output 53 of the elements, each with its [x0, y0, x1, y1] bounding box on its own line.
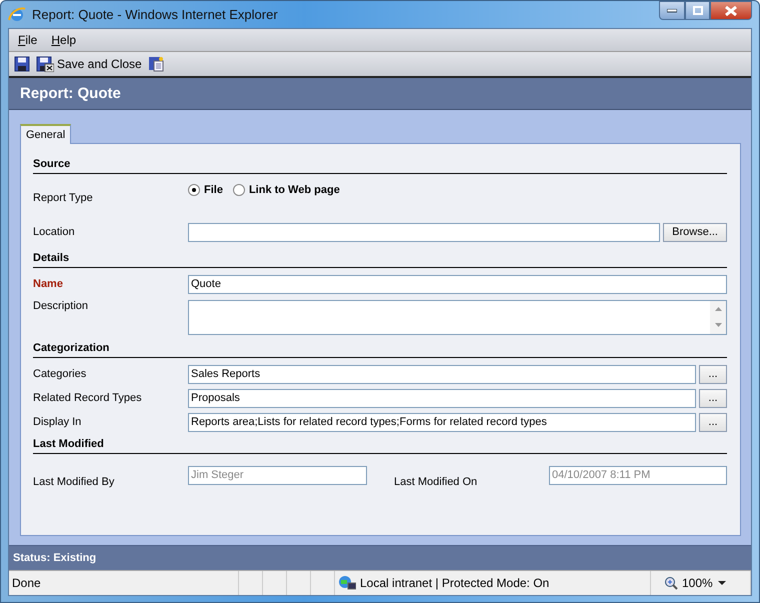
form-header: Report: Quote: [9, 78, 751, 110]
save-close-icon: [36, 56, 54, 72]
save-new-button[interactable]: [148, 56, 164, 72]
minimize-icon: [667, 8, 677, 12]
readonly-field: 04/10/2007 8:11 PM: [549, 466, 727, 484]
field-label: Last Modified On: [394, 476, 478, 490]
readonly-field: Jim Steger: [188, 466, 367, 484]
save-icon: [14, 56, 30, 72]
status-text: Done: [12, 576, 41, 590]
menu-item[interactable]: File: [13, 33, 42, 47]
location-field[interactable]: [188, 222, 660, 242]
lookup-field[interactable]: Proposals: [188, 388, 696, 408]
save-close-button[interactable]: Save and Close: [36, 56, 142, 72]
window-title: Report: Quote - Windows Internet Explorer: [32, 7, 278, 22]
zoom-icon: [664, 576, 678, 590]
lookup-button[interactable]: ...: [699, 388, 727, 408]
field-label: Related Record Types: [33, 392, 143, 404]
save-button[interactable]: [14, 56, 30, 72]
field-label: Location: [33, 226, 76, 238]
globe-computer-icon: [338, 575, 356, 591]
maximize-icon: [692, 6, 702, 15]
field-label: Categories: [33, 368, 88, 380]
caret-icon: [716, 580, 727, 586]
browse-button[interactable]: Browse...: [663, 222, 727, 242]
radio-option[interactable]: File: [188, 184, 223, 196]
lookup-button[interactable]: ...: [699, 364, 727, 384]
minimize-button[interactable]: [659, 1, 685, 20]
text-field[interactable]: Quote: [188, 274, 727, 294]
field-label: Last Modified By: [33, 476, 116, 490]
field-label: Report Type: [33, 191, 94, 204]
menu-item[interactable]: Help: [46, 33, 82, 47]
field-label: Name: [33, 278, 64, 290]
tab[interactable]: General: [20, 124, 72, 144]
scroll-up-icon[interactable]: [714, 306, 722, 311]
radio-option[interactable]: Link to Web page: [232, 184, 340, 196]
security-zone: Local intranet | Protected Mode: On: [360, 576, 550, 590]
lookup-button[interactable]: ...: [699, 412, 727, 432]
zoom-button[interactable]: 100%: [654, 576, 727, 590]
scroll-down-icon[interactable]: [714, 323, 722, 328]
field-label: Description: [33, 299, 90, 312]
section-title: Categorization: [33, 338, 727, 358]
close-icon: [725, 6, 737, 16]
section-title: Details: [33, 248, 727, 268]
field-label: Display In: [33, 416, 82, 428]
description-field[interactable]: [188, 300, 727, 334]
section-title: Source: [33, 154, 727, 174]
record-status: Status: Existing: [9, 545, 751, 570]
browser-logo-icon: [8, 6, 26, 24]
maximize-button[interactable]: [685, 1, 710, 20]
section-title: Last Modified: [33, 434, 727, 454]
lookup-field[interactable]: Reports area;Lists for related record types;Forms for related record types: [188, 412, 696, 432]
lookup-field[interactable]: Sales Reports: [188, 364, 696, 384]
close-button[interactable]: [710, 1, 752, 20]
